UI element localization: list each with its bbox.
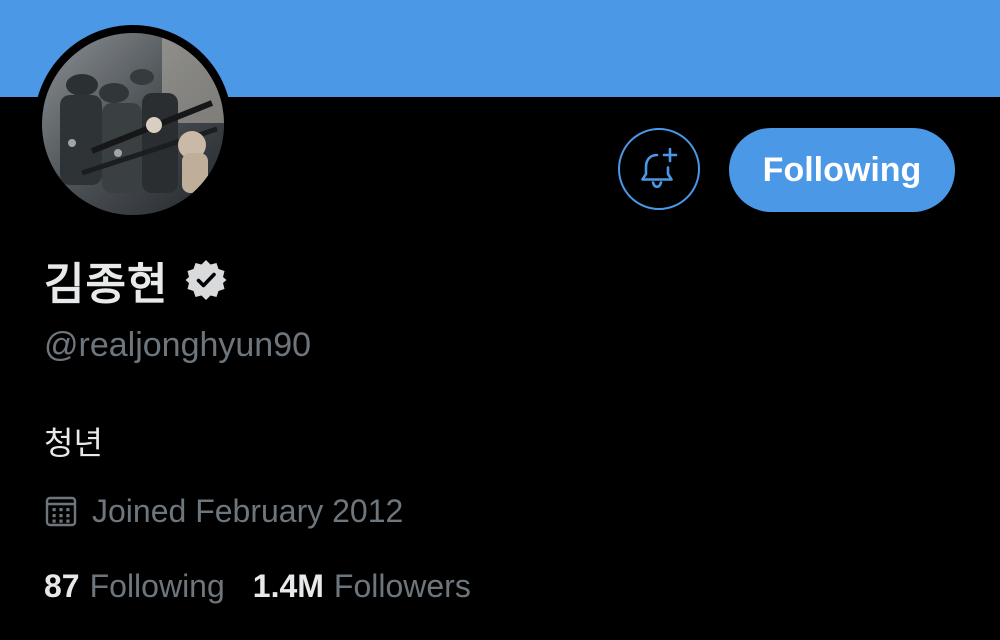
joined-date-text: Joined February 2012 [92,492,404,529]
following-count: 87 [44,567,80,604]
following-label: Following [89,567,225,604]
joined-date-row: Joined February 2012 [44,490,403,532]
bio-text: 청년 [44,424,103,462]
display-name: 김종현 [44,259,169,310]
following-count-link[interactable]: 87 Following [44,568,225,605]
notifications-bell-button[interactable] [618,128,700,210]
verified-badge-icon [185,260,227,300]
username-handle: @realjonghyun90 [44,326,312,364]
avatar[interactable] [42,33,224,215]
followers-count: 1.4M [252,567,324,604]
calendar-icon [45,496,77,527]
bell-plus-icon [641,147,678,189]
avatar-frame [34,25,232,223]
following-button[interactable]: Following [729,128,955,212]
profile-page: Following 김종현 @realjonghyun90 청년 Joined … [0,0,1000,640]
followers-count-link[interactable]: 1.4M Followers [253,568,471,605]
followers-label: Followers [333,567,471,604]
follow-stats: 87 Following 1.4M Followers [44,565,471,607]
name-row: 김종현 [44,248,228,312]
avatar-photo [42,33,224,215]
